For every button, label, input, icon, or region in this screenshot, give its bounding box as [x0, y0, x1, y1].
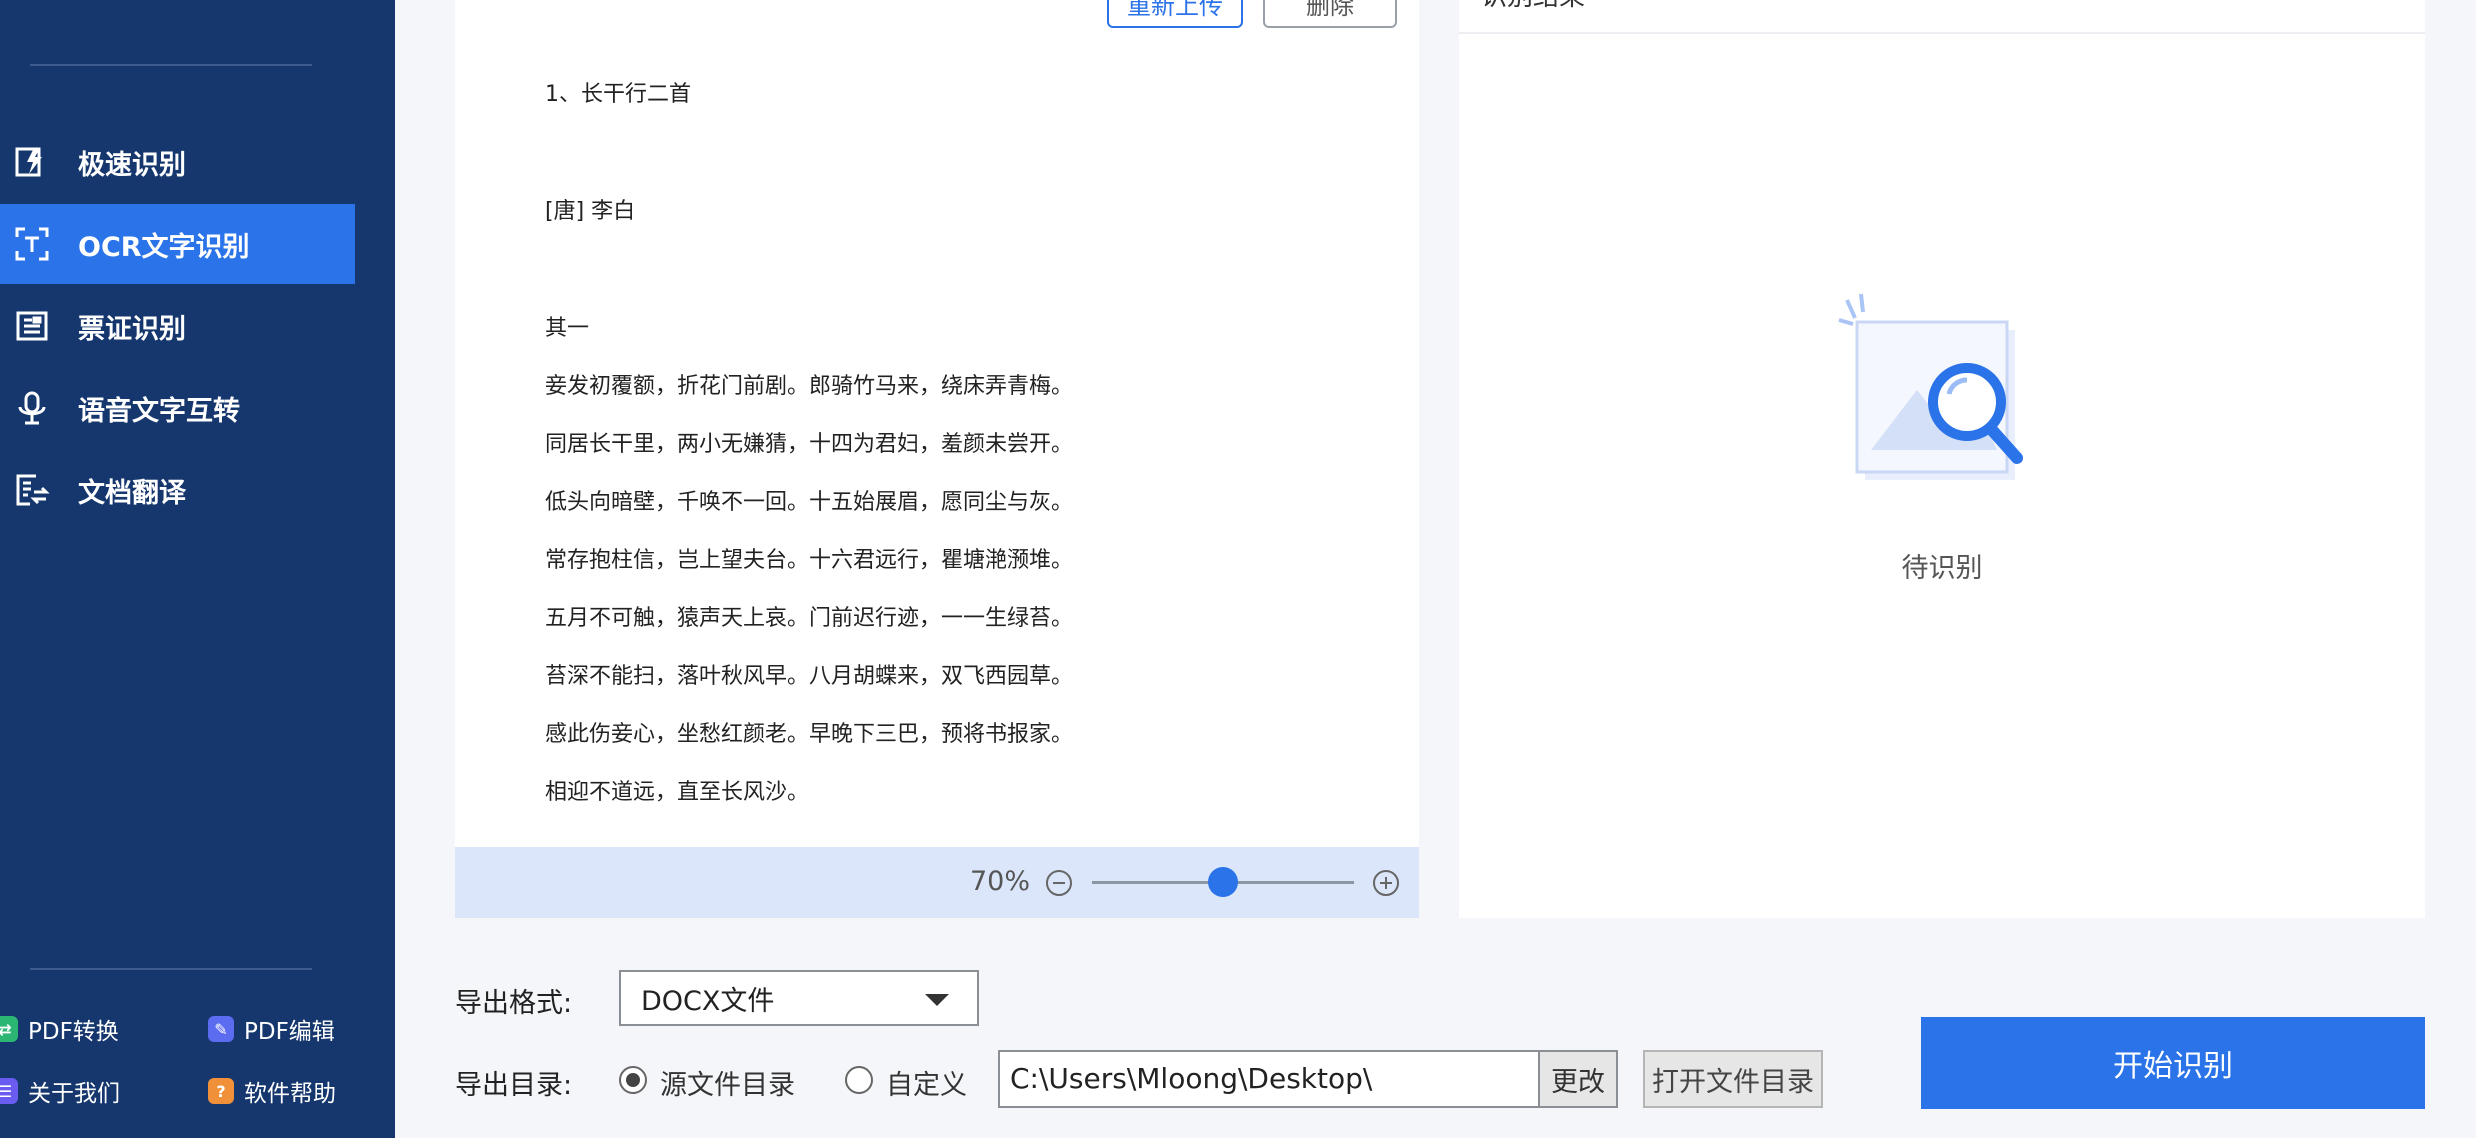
export-path-field[interactable]: C:\Users\Mloong\Desktop\ [998, 1050, 1540, 1108]
radio-custom-label[interactable]: 自定义 [886, 1063, 967, 1102]
ocr-icon [14, 226, 50, 262]
zoom-value: 70% [970, 866, 1031, 897]
document-translate-icon [14, 472, 50, 508]
zoom-out-icon[interactable] [1045, 869, 1073, 897]
fast-recognition-icon [14, 144, 50, 180]
zoom-bar: 70% [455, 847, 1419, 918]
sidebar: 极速识别 OCR文字识别 票证识别 语音文字互转 文档翻译 ⇄ PDF转换 ✎ … [0, 0, 395, 1138]
sidebar-divider-bottom [30, 968, 312, 970]
about-link[interactable]: ☰ 关于我们 [0, 1074, 120, 1108]
export-format-select[interactable]: DOCX文件 [619, 970, 979, 1026]
doc-text-line: 五月不可触，猿声天上哀。门前迟行迹，一一生绿苔。 [545, 606, 1074, 631]
reupload-button[interactable]: 重新上传 [1107, 0, 1243, 28]
nav-label: 票证识别 [78, 313, 186, 345]
zoom-in-icon[interactable] [1372, 869, 1400, 897]
help-link[interactable]: ? 软件帮助 [208, 1074, 336, 1108]
doc-text-line: 其一 [545, 316, 590, 341]
nav-item-ticket[interactable]: 票证识别 [0, 286, 355, 366]
footer-label: 关于我们 [28, 1081, 120, 1107]
delete-button[interactable]: 删除 [1263, 0, 1397, 28]
doc-text-line: 相迎不道远，直至长风沙。 [545, 780, 810, 805]
nav-item-ocr[interactable]: OCR文字识别 [0, 204, 355, 284]
about-icon: ☰ [0, 1078, 18, 1104]
nav-label: 极速识别 [78, 149, 186, 181]
ticket-icon [14, 308, 50, 344]
doc-text-line: 低头向暗壁，千唤不一回。十五始展眉，愿同尘与灰。 [545, 490, 1074, 515]
doc-text-line: 感此伤妾心，坐愁红颜老。早晚下三巴，预将书报家。 [545, 722, 1074, 747]
doc-text-line: 苔深不能扫，落叶秋风早。八月胡蝶来，双飞西园草。 [545, 664, 1074, 689]
result-divider [1459, 32, 2425, 34]
doc-text-line: [唐] 李白 [545, 199, 636, 224]
export-format-label: 导出格式: [455, 988, 573, 1019]
result-title: 识别结果 [1481, 0, 1585, 13]
footer-label: 软件帮助 [244, 1081, 336, 1107]
search-image-icon [1838, 293, 2023, 480]
zoom-slider-thumb[interactable] [1208, 867, 1238, 897]
pdf-convert-icon: ⇄ [0, 1016, 18, 1042]
nav-label: OCR文字识别 [78, 231, 250, 263]
nav-item-voice[interactable]: 语音文字互转 [0, 368, 355, 448]
footer-label: PDF编辑 [244, 1019, 335, 1045]
doc-text-line: 常存抱柱信，岂上望夫台。十六君远行，瞿塘滟滪堆。 [545, 548, 1074, 573]
pdf-edit-icon: ✎ [208, 1016, 234, 1042]
doc-text-line: 妾发初覆额，折花门前剧。郎骑竹马来，绕床弄青梅。 [545, 374, 1074, 399]
radio-source-label[interactable]: 源文件目录 [660, 1063, 795, 1102]
nav-label: 语音文字互转 [78, 395, 240, 427]
radio-source-dir[interactable] [619, 1066, 647, 1094]
export-format-value: DOCX文件 [641, 985, 775, 1017]
microphone-icon [14, 390, 50, 426]
start-recognition-button[interactable]: 开始识别 [1921, 1017, 2425, 1109]
nav-item-translate[interactable]: 文档翻译 [0, 450, 355, 530]
change-dir-button[interactable]: 更改 [1538, 1050, 1618, 1108]
nav-item-fast-recognition[interactable]: 极速识别 [0, 122, 355, 202]
pdf-convert-link[interactable]: ⇄ PDF转换 [0, 1012, 119, 1046]
export-dir-label: 导出目录: [455, 1070, 573, 1101]
open-dir-button[interactable]: 打开文件目录 [1643, 1050, 1823, 1108]
result-panel: 识别结果 待识别 [1459, 0, 2425, 918]
doc-text-line: 同居长干里，两小无嫌猜，十四为君妇，羞颜未尝开。 [545, 432, 1074, 457]
radio-custom-dir[interactable] [845, 1066, 873, 1094]
nav-label: 文档翻译 [78, 477, 186, 509]
help-icon: ? [208, 1078, 234, 1104]
doc-text-line: 1、长干行二首 [545, 82, 691, 107]
pdf-edit-link[interactable]: ✎ PDF编辑 [208, 1012, 335, 1046]
document-preview: 重新上传 删除 1、长干行二首 [唐] 李白 其一 妾发初覆额，折花门前剧。郎骑… [455, 0, 1419, 918]
footer-label: PDF转换 [28, 1019, 119, 1045]
sidebar-divider-top [30, 64, 312, 66]
empty-state-text: 待识别 [1901, 553, 1983, 584]
chevron-down-icon [925, 994, 949, 1006]
